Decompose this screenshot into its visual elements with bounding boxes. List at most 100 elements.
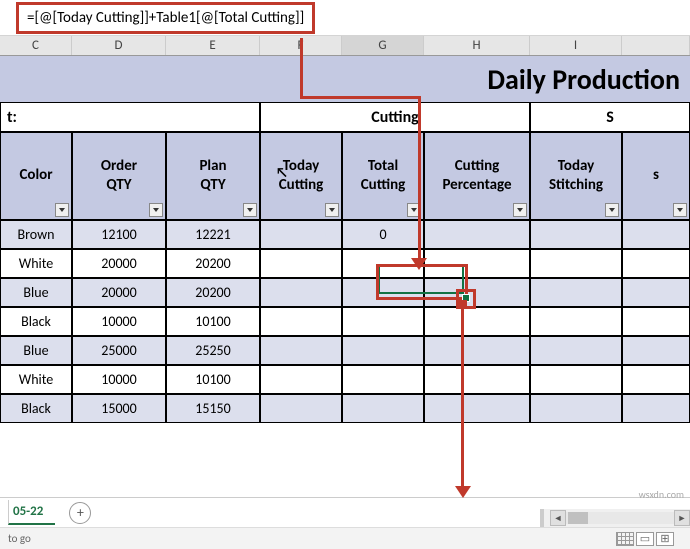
- section-cutting: Cutting: [260, 102, 530, 132]
- cell-plan[interactable]: 20200: [166, 278, 260, 307]
- header-cutting-percentage: CuttingPercentage: [424, 132, 530, 220]
- cell-totalCut[interactable]: 0: [342, 220, 424, 249]
- cell-cutPct[interactable]: [424, 336, 530, 365]
- cell-todayStitch[interactable]: [530, 249, 622, 278]
- cell-plan[interactable]: 10100: [166, 307, 260, 336]
- header-today-stitching: TodayStitching: [530, 132, 622, 220]
- column-header-i[interactable]: I: [530, 36, 622, 55]
- cell-totalCut[interactable]: [342, 394, 424, 423]
- cell-order[interactable]: 20000: [72, 278, 166, 307]
- data-grid: Brown12100122210White2000020200Blue20000…: [0, 220, 690, 423]
- filter-button[interactable]: [149, 203, 163, 217]
- table-row: Blue2000020200: [0, 278, 690, 307]
- cell-todayStitch[interactable]: [530, 394, 622, 423]
- cell-cutPct[interactable]: [424, 365, 530, 394]
- column-header-c[interactable]: C: [0, 36, 72, 55]
- cell-order[interactable]: 10000: [72, 307, 166, 336]
- cell-plan[interactable]: 10100: [166, 365, 260, 394]
- cell-order[interactable]: 10000: [72, 365, 166, 394]
- arrow-line: [300, 38, 303, 98]
- column-header-e[interactable]: E: [166, 36, 260, 55]
- cell-todayCut[interactable]: [260, 249, 342, 278]
- column-header-h[interactable]: H: [424, 36, 530, 55]
- cell-s[interactable]: [622, 249, 690, 278]
- cell-todayStitch[interactable]: [530, 278, 622, 307]
- cell-order[interactable]: 20000: [72, 249, 166, 278]
- cell-s[interactable]: [622, 394, 690, 423]
- arrow-head-icon: [411, 258, 427, 270]
- page-layout-view-icon[interactable]: ▭: [636, 532, 654, 546]
- cell-order[interactable]: 25000: [72, 336, 166, 365]
- cell-s[interactable]: [622, 307, 690, 336]
- scroll-right-button[interactable]: ►: [674, 510, 690, 526]
- cell-color[interactable]: White: [0, 365, 72, 394]
- cell-todayCut[interactable]: [260, 278, 342, 307]
- header-today-cutting: TodayCutting: [260, 132, 342, 220]
- filter-button[interactable]: [325, 203, 339, 217]
- cell-color[interactable]: Black: [0, 394, 72, 423]
- scroll-thumb[interactable]: [568, 512, 588, 524]
- add-sheet-button[interactable]: +: [69, 502, 91, 524]
- cell-order[interactable]: 12100: [72, 220, 166, 249]
- cell-color[interactable]: White: [0, 249, 72, 278]
- column-header-d[interactable]: D: [72, 36, 166, 55]
- cell-todayCut[interactable]: [260, 336, 342, 365]
- cell-cutPct[interactable]: [424, 278, 530, 307]
- tab-scroll-separator: [540, 509, 544, 527]
- view-controls: ▭ ⊞: [616, 532, 674, 546]
- horizontal-scrollbar[interactable]: ◄ ►: [540, 509, 690, 527]
- filter-button[interactable]: [243, 203, 257, 217]
- cell-s[interactable]: [622, 278, 690, 307]
- cell-plan[interactable]: 15150: [166, 394, 260, 423]
- scroll-track[interactable]: [566, 512, 674, 524]
- cell-todayStitch[interactable]: [530, 336, 622, 365]
- cell-plan[interactable]: 25250: [166, 336, 260, 365]
- cell-totalCut[interactable]: [342, 336, 424, 365]
- formula-input[interactable]: =[@[Today Cutting]]+Table1[@[Total Cutti…: [16, 2, 315, 34]
- cell-plan[interactable]: 12221: [166, 220, 260, 249]
- sheet-tab[interactable]: 05-22: [8, 500, 55, 525]
- filter-button[interactable]: [673, 203, 687, 217]
- cell-todayCut[interactable]: [260, 394, 342, 423]
- cell-todayCut[interactable]: [260, 220, 342, 249]
- cell-order[interactable]: 15000: [72, 394, 166, 423]
- arrow-line: [418, 96, 421, 261]
- normal-view-icon[interactable]: [616, 532, 634, 546]
- cell-totalCut[interactable]: [342, 365, 424, 394]
- cell-todayStitch[interactable]: [530, 365, 622, 394]
- cell-totalCut[interactable]: [342, 278, 424, 307]
- cell-plan[interactable]: 20200: [166, 249, 260, 278]
- section-row: t:CuttingS: [0, 102, 690, 132]
- cell-s[interactable]: [622, 336, 690, 365]
- cell-todayStitch[interactable]: [530, 307, 622, 336]
- table-header: ColorOrderQTYPlanQTYTodayCuttingTotalCut…: [0, 132, 690, 220]
- table-row: White1000010100: [0, 365, 690, 394]
- cell-todayCut[interactable]: [260, 365, 342, 394]
- section-stitching: S: [530, 102, 690, 132]
- cell-cutPct[interactable]: [424, 394, 530, 423]
- table-row: Black1000010100: [0, 307, 690, 336]
- cell-todayStitch[interactable]: [530, 220, 622, 249]
- column-header-g[interactable]: G: [342, 36, 424, 55]
- scroll-left-button[interactable]: ◄: [550, 510, 566, 526]
- cell-s[interactable]: [622, 220, 690, 249]
- cell-todayCut[interactable]: [260, 307, 342, 336]
- cell-color[interactable]: Blue: [0, 278, 72, 307]
- column-headers: CDEFGHI: [0, 36, 690, 56]
- cell-cutPct[interactable]: [424, 249, 530, 278]
- filter-button[interactable]: [605, 203, 619, 217]
- column-header-extra[interactable]: [622, 36, 690, 55]
- cell-totalCut[interactable]: [342, 307, 424, 336]
- filter-button[interactable]: [55, 203, 69, 217]
- page-break-view-icon[interactable]: ⊞: [656, 532, 674, 546]
- table-row: Brown1210012221 0: [0, 220, 690, 249]
- cell-color[interactable]: Black: [0, 307, 72, 336]
- cell-cutPct[interactable]: [424, 220, 530, 249]
- header-s: s: [622, 132, 690, 220]
- header-plan-qty: PlanQTY: [166, 132, 260, 220]
- cell-cutPct[interactable]: [424, 307, 530, 336]
- cell-color[interactable]: Brown: [0, 220, 72, 249]
- filter-button[interactable]: [513, 203, 527, 217]
- cell-s[interactable]: [622, 365, 690, 394]
- cell-color[interactable]: Blue: [0, 336, 72, 365]
